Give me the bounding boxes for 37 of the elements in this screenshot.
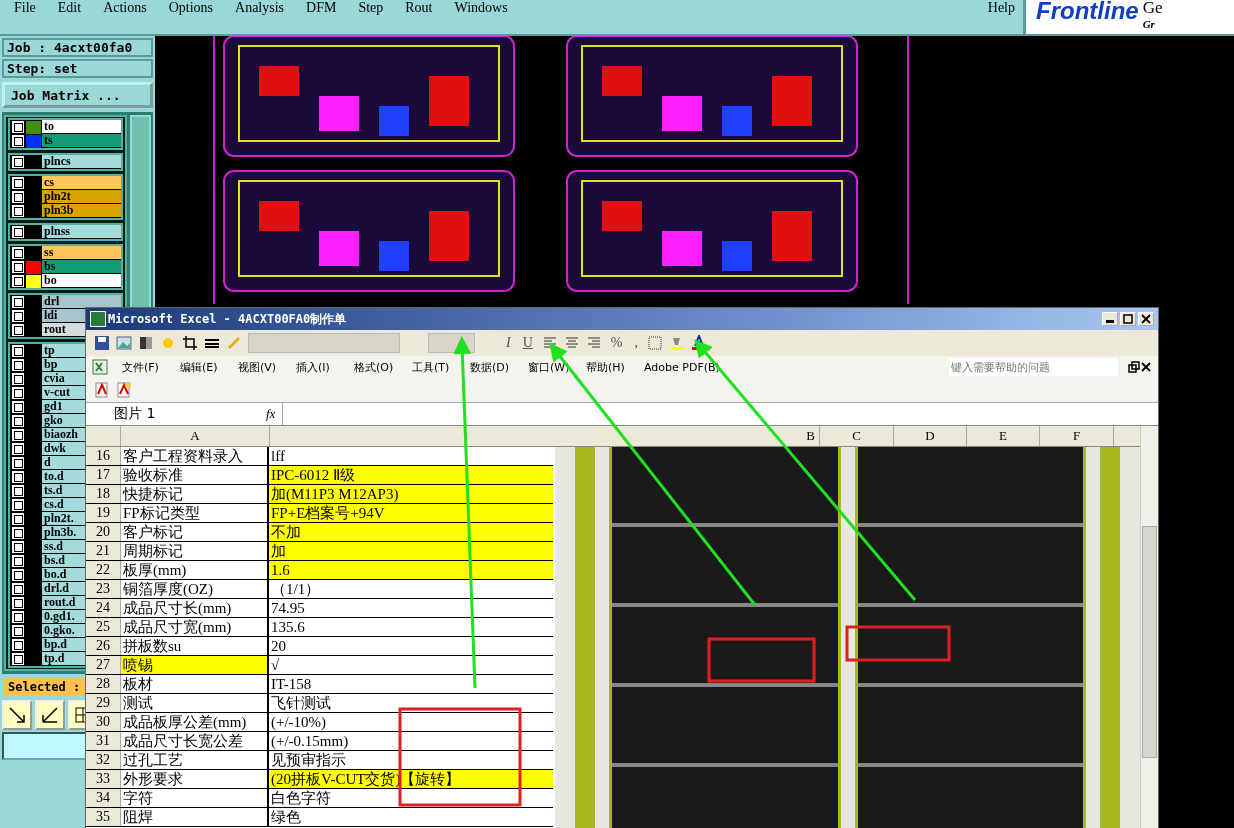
- table-cell: 成品尺寸长宽公差: [121, 732, 269, 750]
- table-cell-text: (+/-10%): [270, 713, 328, 731]
- table-cell: 铜箔厚度(OZ): [121, 580, 269, 598]
- table-cell: 喷锡: [121, 656, 269, 674]
- formula-label: fx: [266, 406, 276, 422]
- table-cell-text: 白色字符: [270, 789, 332, 807]
- table-cell-text: √: [270, 656, 281, 674]
- table-cell-text: 20: [270, 637, 287, 655]
- table-cell-text: IT-158: [270, 675, 313, 693]
- table-cell: 加: [269, 542, 553, 560]
- table-cell-text: （1/1）: [270, 580, 322, 598]
- table-cell-text: 绿色: [270, 808, 302, 826]
- table-cell: IPC-6012 Ⅱ级: [269, 466, 553, 484]
- table-cell: FP+E档案号+94V: [269, 504, 553, 522]
- logo-text: Frontline: [1035, 0, 1139, 22]
- table-cell-text: lff: [270, 447, 286, 465]
- logo-text-cut: Ge: [1142, 0, 1163, 16]
- table-cell: 字符: [121, 789, 269, 807]
- table-cell-text: (+/-0.15mm): [270, 732, 350, 750]
- table-cell-text: 见预审指示: [270, 751, 347, 769]
- table-cell: 测试: [121, 694, 269, 712]
- table-cell: 加(M11P3 M12AP3): [269, 485, 553, 503]
- table-cell-text: 74.95: [270, 599, 306, 617]
- table-cell: 1.6: [269, 561, 553, 579]
- table-cell: 成品尺寸宽(mm): [121, 618, 269, 636]
- table-cell-text: 135.6: [270, 618, 306, 636]
- table-cell: 客户工程资料录入: [121, 447, 269, 465]
- table-cell-text: 飞针测试: [270, 694, 332, 712]
- table-cell: 阻焊: [121, 808, 269, 826]
- table-cell: 成品板厚公差(mm): [121, 713, 269, 731]
- table-cell: 过孔工艺: [121, 751, 269, 769]
- table-cell: 成品尺寸长(mm): [121, 599, 269, 617]
- table-cell: 不加: [269, 523, 553, 541]
- table-cell: 板材: [121, 675, 269, 693]
- job-label: Job : 4acxt00fa0: [2, 38, 153, 57]
- logo-subtext-cut: Gr: [1142, 17, 1156, 32]
- step-label: Step: set: [2, 59, 153, 78]
